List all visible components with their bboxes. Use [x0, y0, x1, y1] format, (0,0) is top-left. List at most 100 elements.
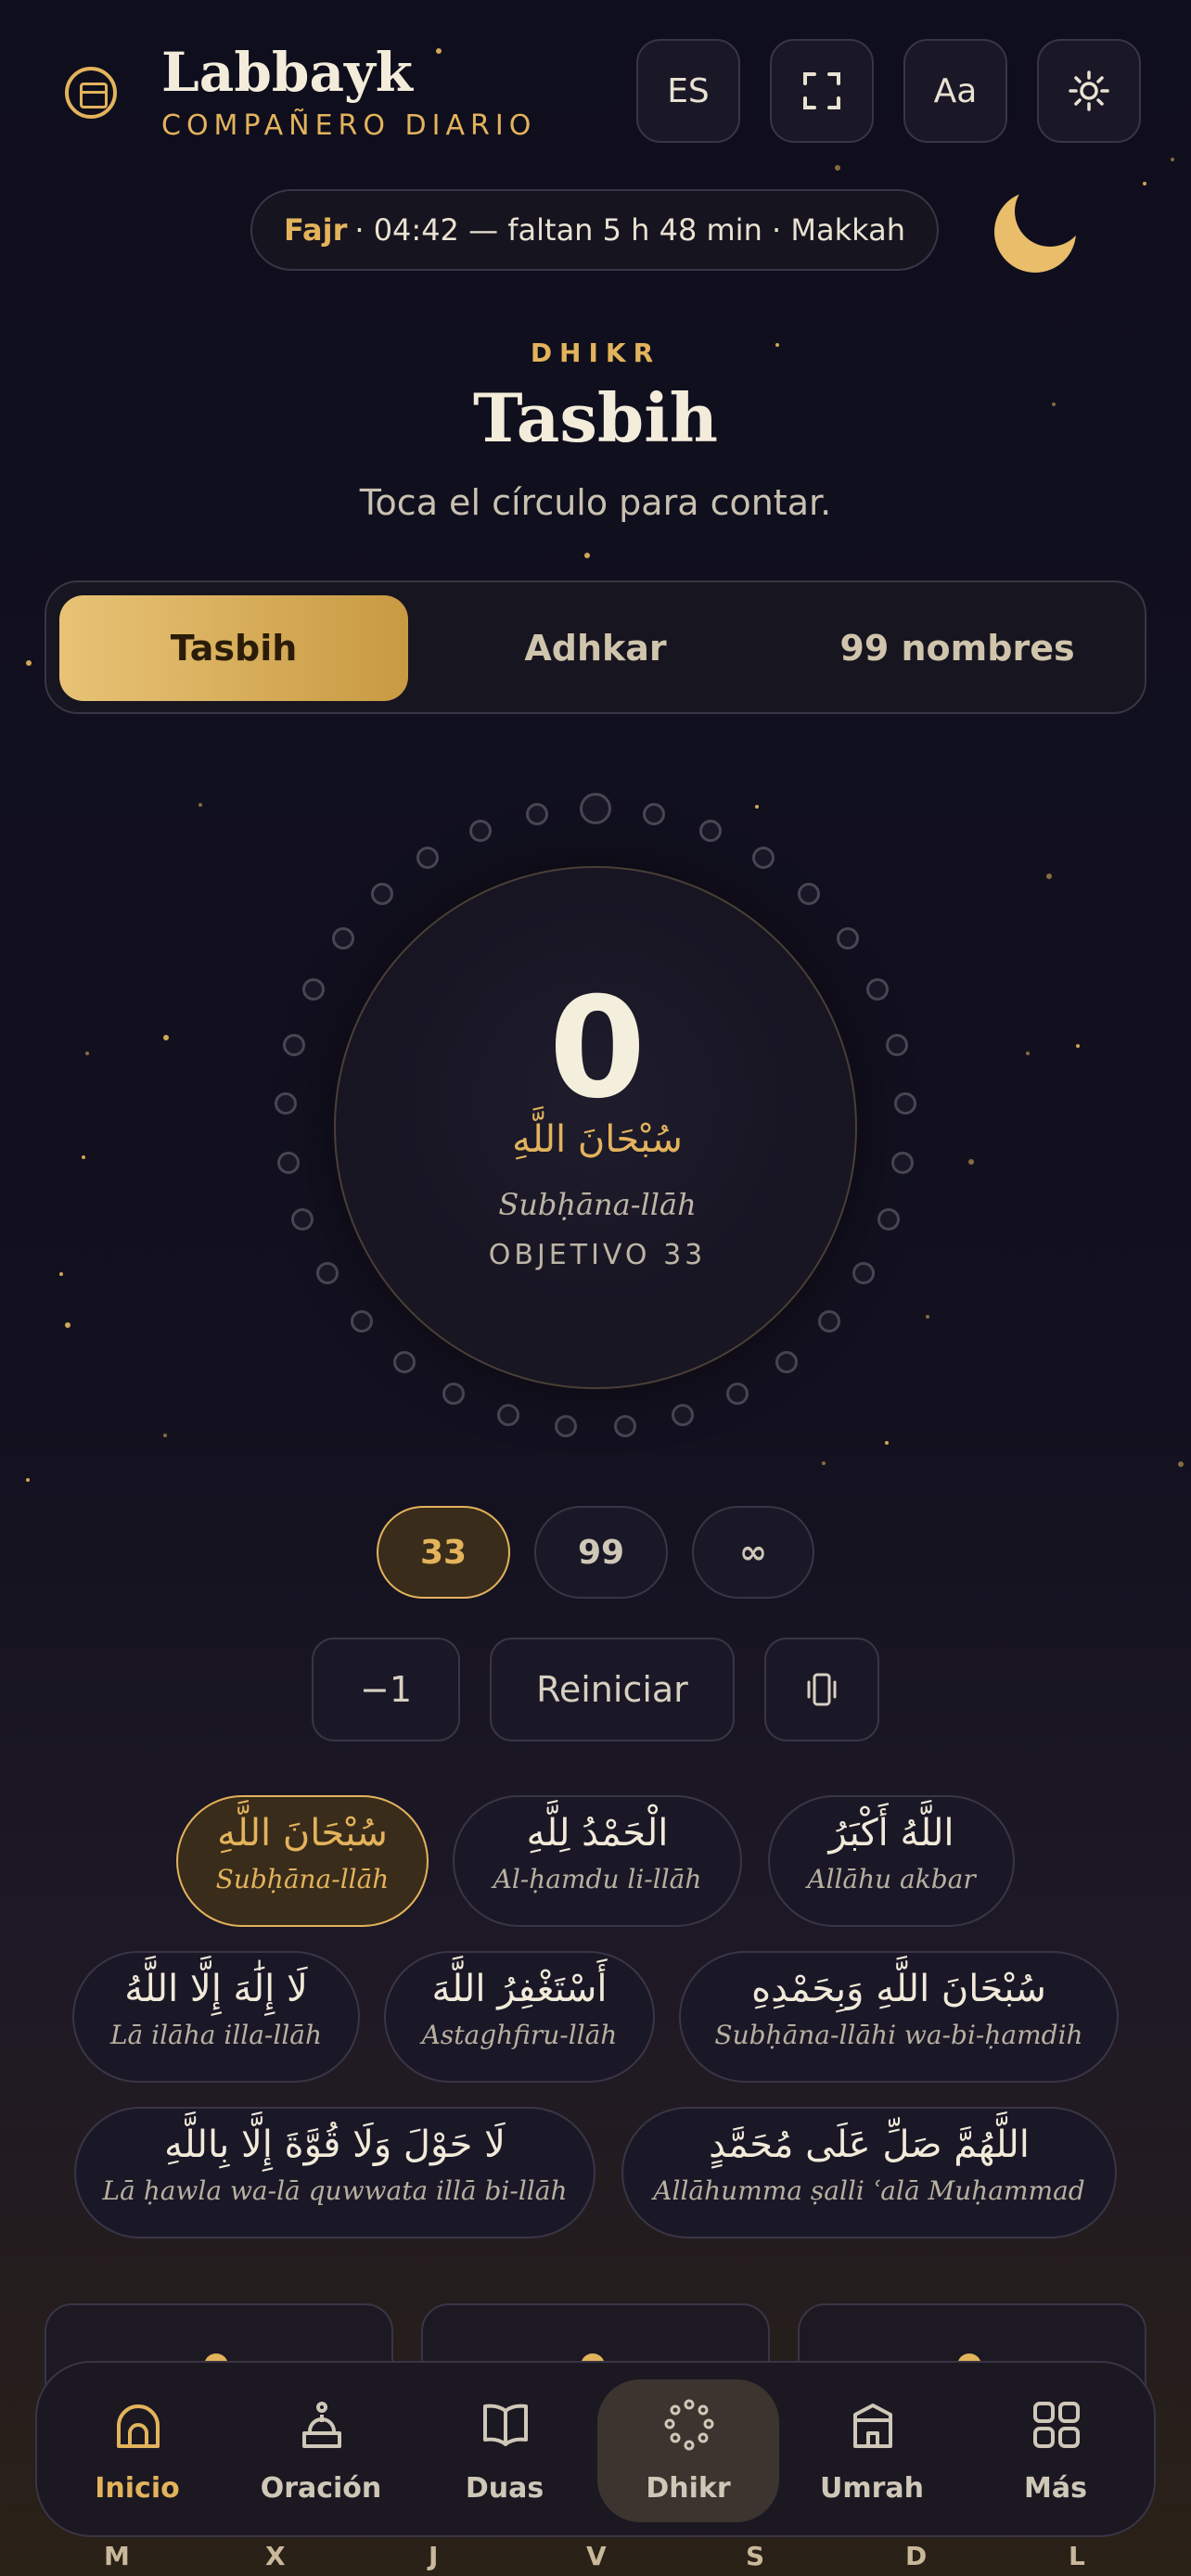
prayer-icon	[302, 2402, 341, 2448]
prayer-name: Fajr	[284, 212, 348, 248]
phrase-button[interactable]: لَا إِلَٰهَ إِلَّا اللَّهُ Lā ilāha illa…	[72, 1951, 360, 2083]
language-button[interactable]: ES	[636, 39, 740, 143]
star	[1143, 182, 1146, 185]
phrase-transliteration: Allāhu akbar	[807, 1864, 976, 1894]
font-size-button[interactable]: Aa	[903, 39, 1007, 143]
reset-label: Reiniciar	[536, 1669, 688, 1710]
fullscreen-button[interactable]	[770, 39, 874, 143]
tab-adhkar[interactable]: Adhkar	[421, 595, 770, 701]
week-day: D	[905, 2541, 928, 2571]
bead	[699, 819, 723, 842]
bead	[726, 1382, 749, 1405]
bead	[416, 847, 440, 870]
phrase-button[interactable]: لَا حَوْلَ وَلَا قُوَّةَ إِلَّا بِاللَّه…	[74, 2107, 596, 2238]
nav-item-dhikr[interactable]: Dhikr	[597, 2379, 779, 2522]
bead	[877, 1208, 900, 1231]
kaaba-icon	[853, 2404, 892, 2448]
bead	[613, 1415, 636, 1438]
phrase-button[interactable]: الْحَمْدُ لِلَّهِ Al-ḥamdu li-llāh	[453, 1795, 742, 1927]
tab-99-names[interactable]: 99 nombres	[783, 595, 1132, 701]
section-eyebrow: DHIKR	[530, 338, 661, 368]
bead	[496, 1404, 519, 1427]
bead	[468, 819, 492, 842]
bead	[837, 927, 860, 950]
vibrate-icon	[807, 1673, 837, 1706]
bead	[890, 1151, 914, 1174]
phrase-arabic: اللَّهُ أَكْبَرُ	[828, 1812, 954, 1855]
phrase-transliteration: Al-ḥamdu li-llāh	[493, 1864, 702, 1894]
star	[198, 803, 202, 807]
bead	[865, 978, 889, 1001]
mosque-icon	[117, 2404, 160, 2448]
bead	[370, 883, 393, 906]
vibrate-button[interactable]	[764, 1638, 879, 1741]
bead	[277, 1151, 301, 1174]
star	[968, 1159, 974, 1165]
minus-one-button[interactable]: −1	[312, 1638, 460, 1741]
target-infinite-chip[interactable]: ∞	[692, 1506, 814, 1599]
phrase-button[interactable]: اللَّهُ أَكْبَرُ Allāhu akbar	[768, 1795, 1015, 1927]
reset-button[interactable]: Reiniciar	[490, 1638, 735, 1741]
nav-item-oracion[interactable]: Oración	[230, 2379, 412, 2522]
nav-label: Dhikr	[646, 2472, 731, 2505]
star	[85, 1052, 89, 1055]
nav-item-umrah[interactable]: Umrah	[781, 2379, 963, 2522]
phrase-arabic: اللَّهُمَّ صَلِّ عَلَى مُحَمَّدٍ	[709, 2123, 1030, 2166]
week-day: S	[746, 2541, 765, 2571]
bead	[331, 927, 354, 950]
count-transliteration: Subḥāna-llāh	[498, 1187, 697, 1222]
star	[82, 1155, 85, 1159]
week-day: V	[586, 2541, 607, 2571]
bead	[672, 1404, 695, 1427]
phrase-button[interactable]: سُبْحَانَ اللَّهِ وَبِحَمْدِهِ Subḥāna-l…	[679, 1951, 1119, 2083]
bead	[798, 883, 821, 906]
next-prayer-pill[interactable]: Fajr · 04:42 — faltan 5 h 48 min · Makka…	[250, 189, 939, 271]
phrase-button[interactable]: اللَّهُمَّ صَلِّ عَلَى مُحَمَّدٍ Allāhum…	[621, 2107, 1117, 2238]
phrase-transliteration: Lā ilāha illa-llāh	[109, 2020, 323, 2050]
bead	[392, 1350, 416, 1373]
bottom-nav: Inicio Oración Duas Dhikr Umrah Más	[35, 2361, 1156, 2537]
page-title: Tasbih	[473, 378, 718, 457]
count-arabic: سُبْحَانَ اللَّهِ	[512, 1118, 683, 1161]
beads-icon	[664, 2399, 714, 2451]
tab-tasbih[interactable]: Tasbih	[59, 595, 408, 701]
count-goal: OBJETIVO 33	[488, 1239, 707, 1271]
bead	[775, 1350, 799, 1373]
bead	[350, 1309, 373, 1333]
menu-logo-icon[interactable]	[65, 67, 117, 119]
phrase-transliteration: Lā ḥawla wa-lā quwwata illā bi-llāh	[102, 2175, 568, 2206]
star	[26, 1478, 30, 1482]
app-header: Labbayk COMPAÑERO DIARIO ES Aa	[0, 0, 1191, 167]
phrase-arabic: لَا إِلَٰهَ إِلَّا اللَّهُ	[124, 1968, 308, 2010]
phrase-transliteration: Subḥāna-llāh	[215, 1864, 390, 1894]
star	[1076, 1044, 1080, 1048]
phrase-transliteration: Allāhumma ṣalli ʿalā Muḥammad	[653, 2175, 1085, 2206]
phrase-button[interactable]: أَسْتَغْفِرُ اللَّهَ Astaghfiru-llāh	[384, 1951, 655, 2083]
nav-item-duas[interactable]: Duas	[414, 2379, 596, 2522]
week-strip: M X J V S D L	[0, 2541, 1191, 2576]
star	[1178, 1461, 1184, 1467]
week-day: M	[104, 2541, 130, 2571]
brand-title: Labbayk	[161, 41, 413, 104]
nav-label: Umrah	[819, 2472, 925, 2505]
nav-item-mas[interactable]: Más	[965, 2379, 1146, 2522]
theme-button[interactable]	[1037, 39, 1141, 143]
nav-item-inicio[interactable]: Inicio	[46, 2379, 228, 2522]
star	[65, 1322, 70, 1328]
crescent-moon-icon	[994, 191, 1076, 273]
book-icon	[483, 2404, 528, 2446]
bead	[580, 793, 611, 824]
bead	[302, 978, 326, 1001]
page-subtitle: Toca el círculo para contar.	[359, 482, 832, 523]
phrase-button[interactable]: سُبْحَانَ اللَّهِ Subḥāna-llāh	[176, 1795, 429, 1927]
tasbih-counter-circle[interactable]: 0 سُبْحَانَ اللَّهِ Subḥāna-llāh OBJETIV…	[334, 866, 857, 1389]
bead	[643, 803, 666, 826]
bead	[275, 1092, 298, 1116]
phrase-transliteration: Astaghfiru-llāh	[421, 2020, 618, 2050]
star	[1046, 874, 1052, 879]
target-99-chip[interactable]: 99	[534, 1506, 668, 1599]
bead	[283, 1034, 306, 1057]
phrase-arabic: أَسْتَغْفِرُ اللَّهَ	[431, 1968, 608, 2010]
target-33-chip[interactable]: 33	[377, 1506, 510, 1599]
bead	[555, 1415, 578, 1438]
